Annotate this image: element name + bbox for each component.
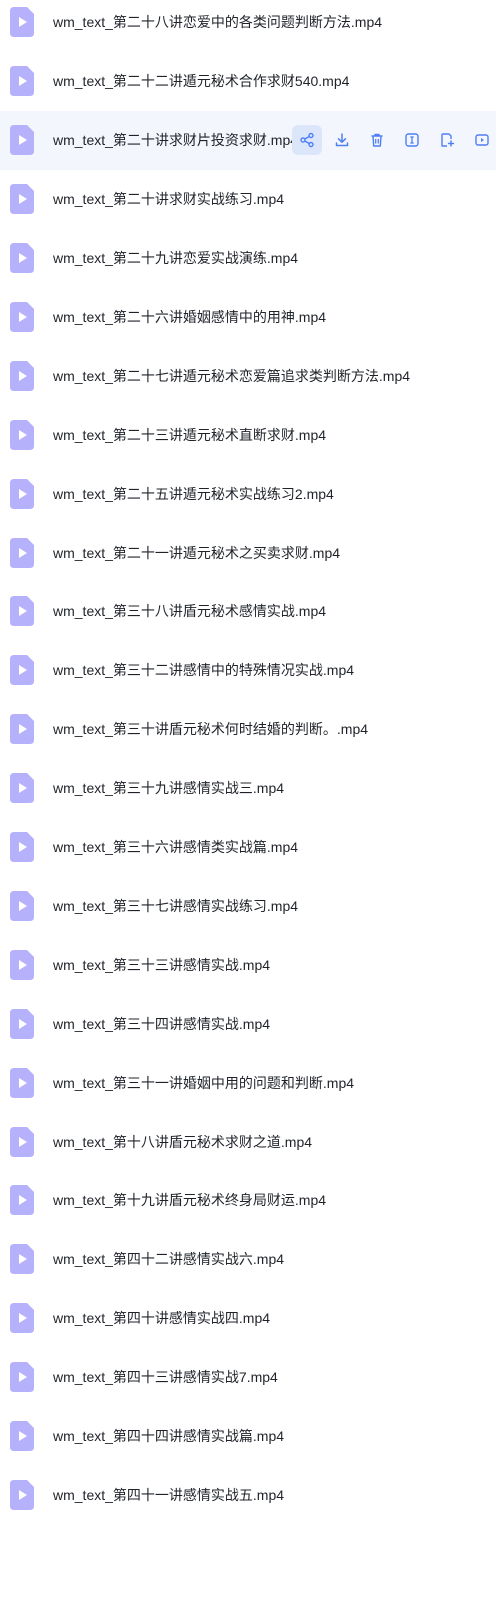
video-file-icon	[10, 1008, 34, 1039]
file-row[interactable]: wm_text_第三十三讲感情实战.mp4	[0, 935, 496, 994]
file-row[interactable]: wm_text_第二十八讲恋爱中的各类问题判断方法.mp4	[0, 0, 496, 52]
file-row[interactable]: wm_text_第三十六讲感情类实战篇.mp4	[0, 818, 496, 877]
file-row[interactable]: wm_text_第二十六讲婚姻感情中的用神.mp4	[0, 288, 496, 347]
file-row[interactable]: wm_text_第二十二讲遁元秘术合作求财540.mp4	[0, 52, 496, 111]
video-file-icon	[10, 773, 34, 804]
file-name[interactable]: wm_text_第二十八讲恋爱中的各类问题判断方法.mp4	[53, 12, 496, 32]
download-button[interactable]	[327, 125, 357, 155]
file-name[interactable]: wm_text_第二十讲求财实战练习.mp4	[53, 189, 496, 209]
video-file-icon	[10, 360, 34, 391]
file-row[interactable]: wm_text_第二十三讲遁元秘术直断求财.mp4	[0, 405, 496, 464]
video-file-icon	[10, 1185, 34, 1216]
file-name[interactable]: wm_text_第四十二讲感情实战六.mp4	[53, 1249, 496, 1269]
file-name[interactable]: wm_text_第十八讲盾元秘术求财之道.mp4	[53, 1132, 496, 1152]
file-name[interactable]: wm_text_第四十一讲感情实战五.mp4	[53, 1485, 496, 1505]
file-name[interactable]: wm_text_第四十四讲感情实战篇.mp4	[53, 1426, 496, 1446]
video-file-icon	[10, 655, 34, 686]
file-row[interactable]: wm_text_第十八讲盾元秘术求财之道.mp4	[0, 1112, 496, 1171]
file-name[interactable]: wm_text_第三十七讲感情实战练习.mp4	[53, 896, 496, 916]
file-name[interactable]: wm_text_第四十三讲感情实战7.mp4	[53, 1367, 496, 1387]
video-file-icon	[10, 1126, 34, 1157]
video-file-icon	[10, 1479, 34, 1510]
file-name[interactable]: wm_text_第三十九讲感情实战三.mp4	[53, 778, 496, 798]
video-file-icon	[10, 537, 34, 568]
more-icon	[474, 132, 490, 148]
file-name[interactable]: wm_text_第二十二讲遁元秘术合作求财540.mp4	[53, 71, 496, 91]
video-file-icon	[10, 890, 34, 921]
file-name[interactable]: wm_text_第三十一讲婚姻中用的问题和判断.mp4	[53, 1073, 496, 1093]
file-row[interactable]: wm_text_第三十四讲感情实战.mp4	[0, 994, 496, 1053]
file-name[interactable]: wm_text_第三十二讲感情中的特殊情况实战.mp4	[53, 660, 496, 680]
video-file-icon	[10, 7, 34, 38]
file-name[interactable]: wm_text_第四十讲感情实战四.mp4	[53, 1308, 496, 1328]
video-file-icon	[10, 949, 34, 980]
file-row[interactable]: wm_text_第三十讲盾元秘术何时结婚的判断。.mp4	[0, 700, 496, 759]
file-name[interactable]: wm_text_第三十讲盾元秘术何时结婚的判断。.mp4	[53, 719, 496, 739]
video-file-icon	[10, 596, 34, 627]
file-name[interactable]: wm_text_第二十五讲遁元秘术实战练习2.mp4	[53, 484, 496, 504]
rename-icon	[404, 132, 420, 148]
rename-button[interactable]	[397, 125, 427, 155]
file-row[interactable]: wm_text_第二十一讲遁元秘术之买卖求财.mp4	[0, 523, 496, 582]
video-file-icon	[10, 1362, 34, 1393]
file-list: wm_text_第二十八讲恋爱中的各类问题判断方法.mp4 wm_text_第二十…	[0, 0, 496, 1599]
file-row[interactable]: wm_text_第三十二讲感情中的特殊情况实战.mp4	[0, 641, 496, 700]
file-row[interactable]: wm_text_第三十八讲盾元秘术感情实战.mp4	[0, 582, 496, 641]
file-row[interactable]: wm_text_第二十五讲遁元秘术实战练习2.mp4	[0, 464, 496, 523]
file-row[interactable]: wm_text_第三十七讲感情实战练习.mp4	[0, 877, 496, 936]
file-row[interactable]: wm_text_第四十四讲感情实战篇.mp4	[0, 1407, 496, 1466]
file-name[interactable]: wm_text_第二十九讲恋爱实战演练.mp4	[53, 248, 496, 268]
file-name[interactable]: wm_text_第二十三讲遁元秘术直断求财.mp4	[53, 425, 496, 445]
file-name[interactable]: wm_text_第二十讲求财片投资求财.mp4	[53, 130, 293, 150]
trash-button[interactable]	[362, 125, 392, 155]
video-file-icon	[10, 125, 34, 156]
video-file-icon	[10, 184, 34, 215]
video-file-icon	[10, 243, 34, 274]
file-name[interactable]: wm_text_第三十四讲感情实战.mp4	[53, 1014, 496, 1034]
file-name[interactable]: wm_text_第十九讲盾元秘术终身局财运.mp4	[53, 1190, 496, 1210]
video-file-icon	[10, 478, 34, 509]
video-file-icon	[10, 714, 34, 745]
file-row[interactable]: wm_text_第三十一讲婚姻中用的问题和判断.mp4	[0, 1053, 496, 1112]
video-file-icon	[10, 1067, 34, 1098]
file-row[interactable]: wm_text_第二十讲求财实战练习.mp4	[0, 170, 496, 229]
file-name[interactable]: wm_text_第二十七讲遁元秘术恋爱篇追求类判断方法.mp4	[53, 366, 496, 386]
file-row[interactable]: wm_text_第二十九讲恋爱实战演练.mp4	[0, 229, 496, 288]
file-row[interactable]: wm_text_第三十九讲感情实战三.mp4	[0, 759, 496, 818]
video-file-icon	[10, 832, 34, 863]
file-name[interactable]: wm_text_第二十一讲遁元秘术之买卖求财.mp4	[53, 543, 496, 563]
video-file-icon	[10, 1421, 34, 1452]
share-button[interactable]	[292, 125, 322, 156]
trash-icon	[369, 132, 385, 148]
file-name[interactable]: wm_text_第三十八讲盾元秘术感情实战.mp4	[53, 601, 496, 621]
file-name[interactable]: wm_text_第二十六讲婚姻感情中的用神.mp4	[53, 307, 496, 327]
download-icon	[334, 132, 350, 148]
video-file-icon	[10, 1303, 34, 1334]
file-row[interactable]: wm_text_第二十讲求财片投资求财.mp4	[0, 110, 496, 170]
video-file-icon	[10, 301, 34, 332]
file-row[interactable]: wm_text_第四十讲感情实战四.mp4	[0, 1289, 496, 1348]
file-row[interactable]: wm_text_第二十七讲遁元秘术恋爱篇追求类判断方法.mp4	[0, 346, 496, 405]
file-name[interactable]: wm_text_第三十三讲感情实战.mp4	[53, 955, 496, 975]
more-button[interactable]	[467, 125, 496, 155]
video-file-icon	[10, 1244, 34, 1275]
video-file-icon	[10, 66, 34, 97]
share-icon	[299, 132, 315, 148]
copy-to-icon	[439, 132, 455, 148]
video-file-icon	[10, 419, 34, 450]
file-name[interactable]: wm_text_第三十六讲感情类实战篇.mp4	[53, 837, 496, 857]
file-row[interactable]: wm_text_第四十二讲感情实战六.mp4	[0, 1230, 496, 1289]
file-row[interactable]: wm_text_第十九讲盾元秘术终身局财运.mp4	[0, 1171, 496, 1230]
row-actions	[292, 111, 496, 170]
file-row[interactable]: wm_text_第四十一讲感情实战五.mp4	[0, 1466, 496, 1525]
file-row[interactable]: wm_text_第四十三讲感情实战7.mp4	[0, 1348, 496, 1407]
copy-to-button[interactable]	[432, 125, 462, 155]
